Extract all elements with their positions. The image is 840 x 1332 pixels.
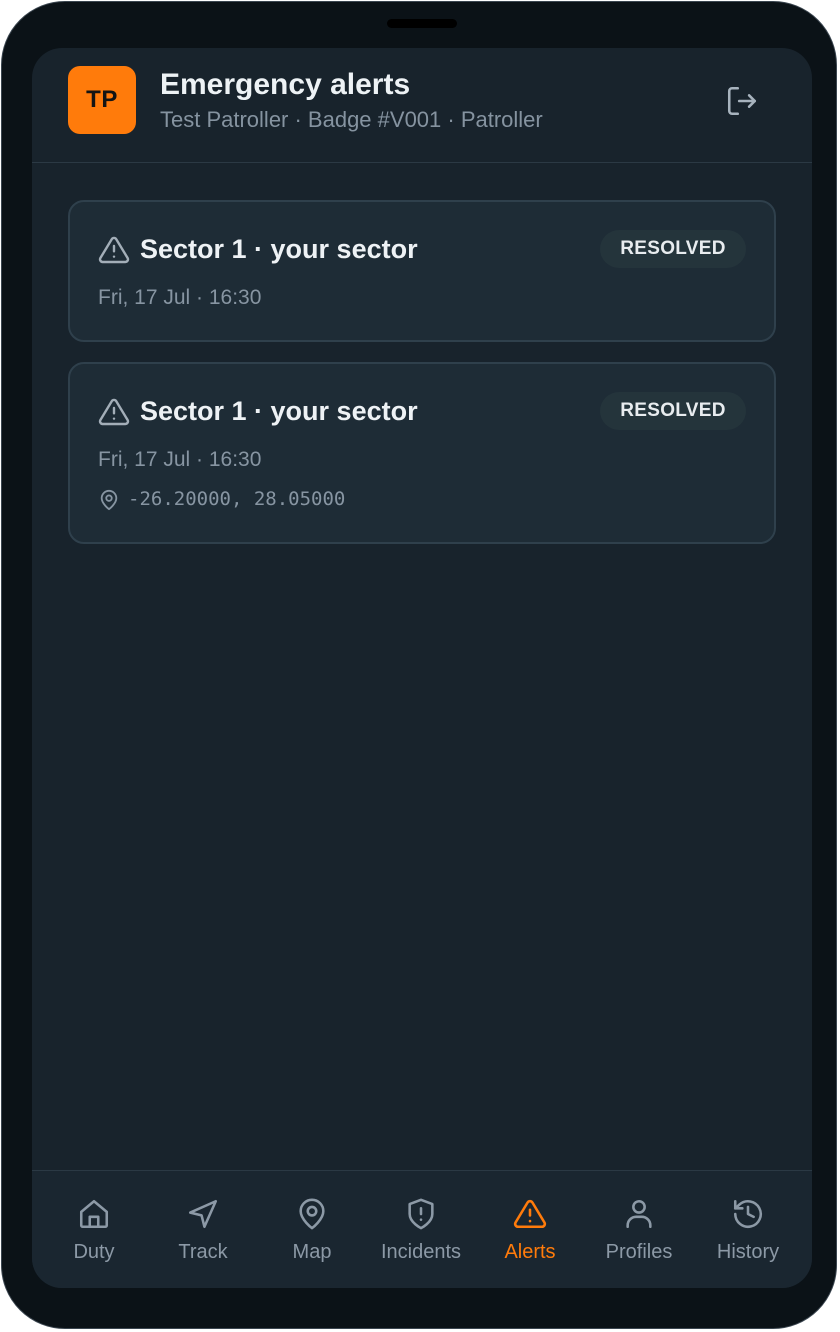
nav-label: Map [292, 1241, 332, 1263]
nav-label: Profiles [605, 1241, 673, 1263]
alert-title: Sector 1 · your sector [140, 396, 418, 426]
device-frame: TP Emergency alerts Test Patroller · Bad… [1, 1, 837, 1329]
nav-label: Duty [73, 1241, 115, 1263]
nav-item-duty[interactable]: Duty [40, 1197, 148, 1269]
nav-label: History [716, 1241, 780, 1263]
user-info: Test Patroller · Badge #V001 · Patroller [160, 107, 543, 132]
alert-title: Sector 1 · your sector [140, 234, 418, 264]
nav-item-incidents[interactable]: Incidents [367, 1197, 475, 1269]
warning-triangle-icon [98, 236, 130, 264]
nav-label: Alerts [504, 1241, 556, 1263]
home-icon [79, 1199, 109, 1229]
alert-coordinates: -26.20000, 28.05000 [128, 488, 346, 510]
status-badge: RESOLVED [600, 230, 746, 268]
map-pin-icon [299, 1198, 325, 1230]
alert-timestamp: Fri, 17 Jul · 16:30 [98, 286, 262, 309]
nav-item-history[interactable]: History [694, 1197, 802, 1269]
map-pin-icon [100, 489, 118, 511]
nav-label: Incidents [380, 1241, 462, 1263]
app-screen: TP Emergency alerts Test Patroller · Bad… [32, 48, 812, 1288]
history-icon [733, 1199, 763, 1229]
avatar[interactable]: TP [68, 66, 136, 134]
nav-item-profiles[interactable]: Profiles [585, 1197, 693, 1269]
logout-icon [727, 86, 757, 116]
warning-triangle-icon [98, 398, 130, 426]
user-icon [626, 1199, 652, 1229]
bottom-nav: Duty Track Map Incidents Alerts Profiles… [32, 1170, 812, 1288]
alert-card[interactable]: Sector 1 · your sector RESOLVED Fri, 17 … [68, 362, 776, 544]
nav-label: Track [178, 1241, 228, 1263]
navigation-arrow-icon [188, 1199, 218, 1229]
status-badge: RESOLVED [600, 392, 746, 430]
nav-item-alerts[interactable]: Alerts [476, 1197, 584, 1269]
nav-item-map[interactable]: Map [258, 1197, 366, 1269]
nav-item-track[interactable]: Track [149, 1197, 257, 1269]
device-speaker [387, 19, 457, 28]
app-header: TP Emergency alerts Test Patroller · Bad… [32, 48, 812, 163]
logout-button[interactable] [722, 81, 762, 121]
shield-alert-icon [408, 1198, 434, 1230]
alert-timestamp: Fri, 17 Jul · 16:30 [98, 448, 262, 471]
page-title: Emergency alerts [160, 68, 411, 101]
alert-card[interactable]: Sector 1 · your sector RESOLVED Fri, 17 … [68, 200, 776, 342]
warning-triangle-icon [513, 1199, 547, 1229]
